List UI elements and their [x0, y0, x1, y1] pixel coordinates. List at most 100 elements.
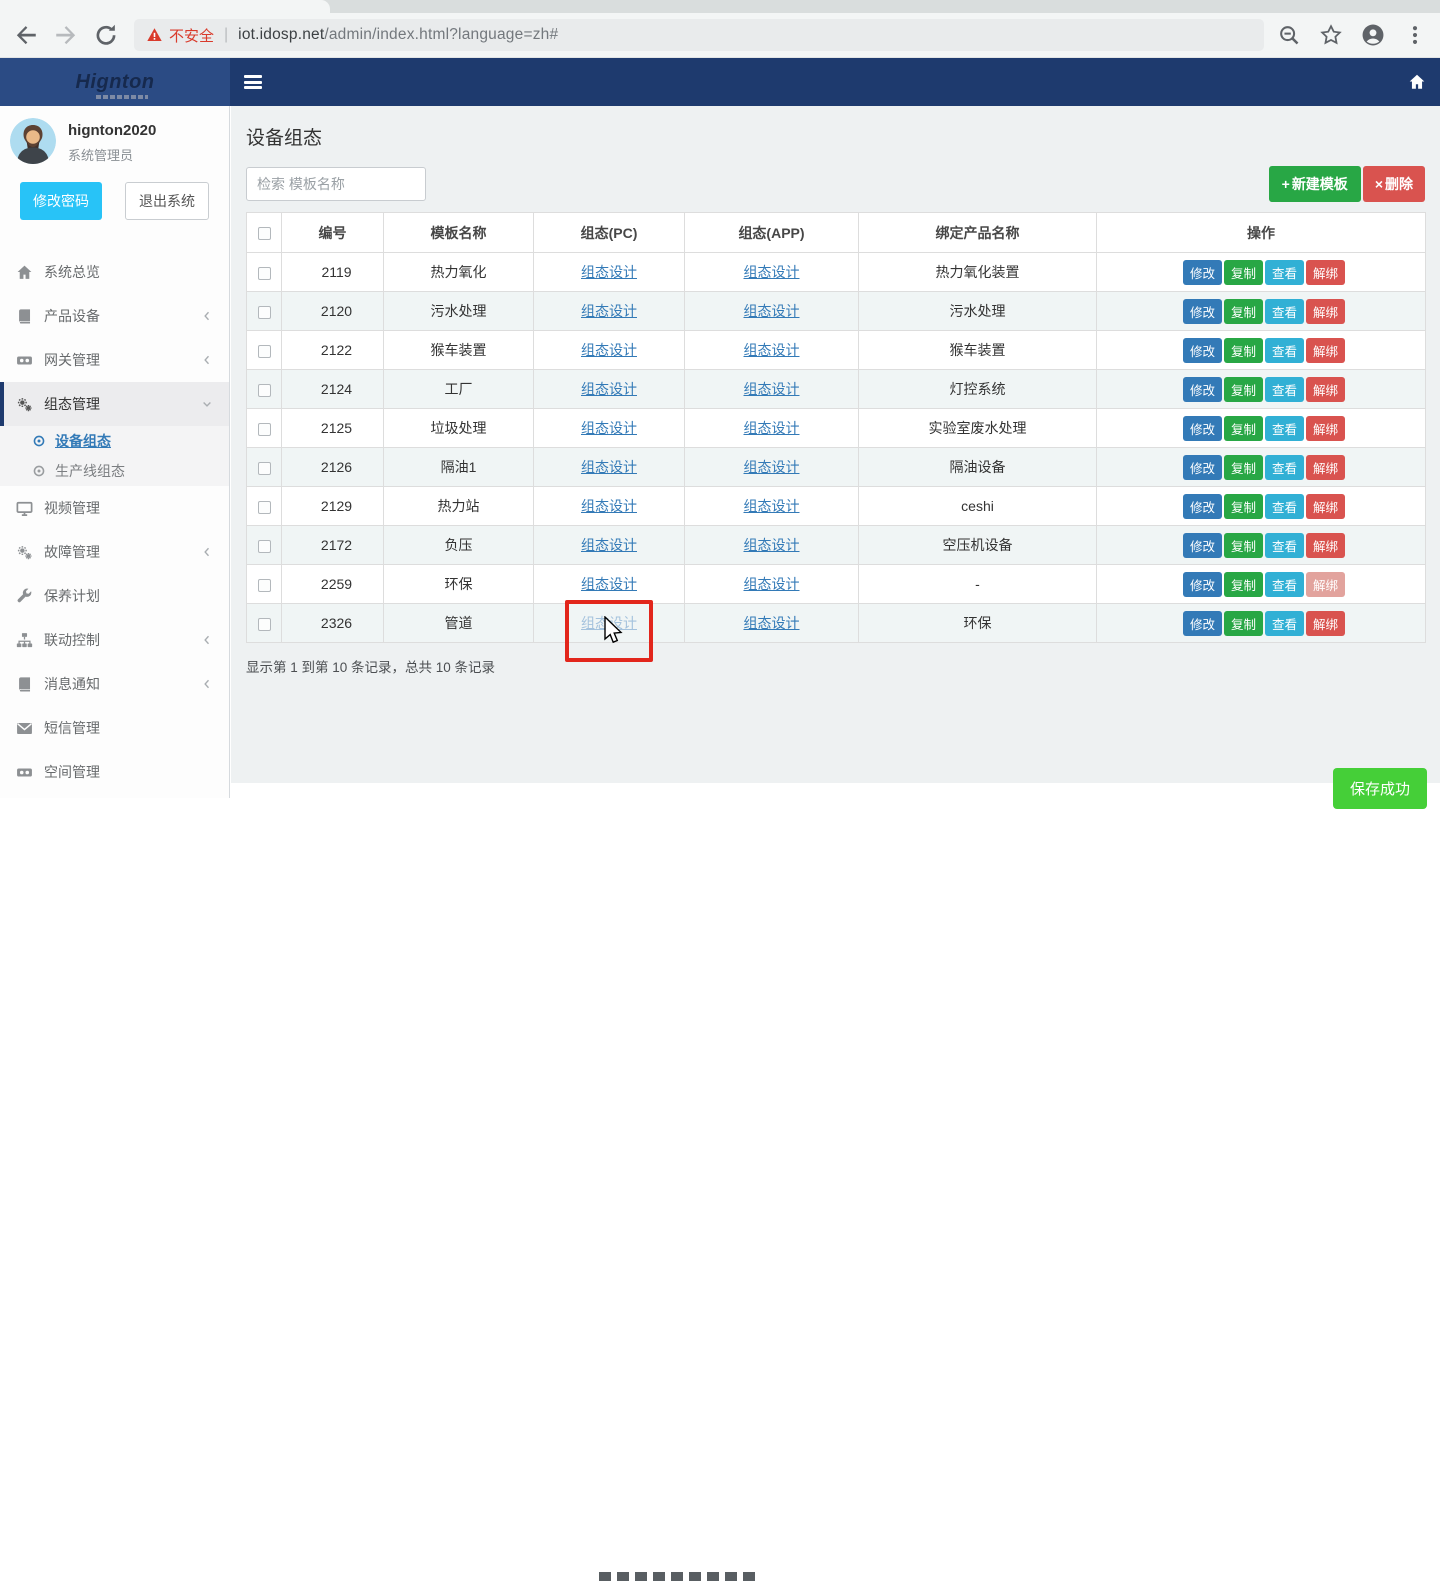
row-checkbox[interactable]: [258, 540, 271, 553]
sidebar-item-config-management[interactable]: 组态管理: [0, 382, 229, 426]
copy-button[interactable]: 复制: [1224, 260, 1263, 285]
app-config-link[interactable]: 组态设计: [744, 303, 800, 319]
back-icon[interactable]: [14, 23, 38, 47]
view-button[interactable]: 查看: [1265, 533, 1304, 558]
pc-config-link[interactable]: 组态设计: [581, 342, 637, 358]
modify-button[interactable]: 修改: [1183, 416, 1222, 441]
unbind-button[interactable]: 解绑: [1306, 299, 1345, 324]
forward-icon[interactable]: [54, 23, 78, 47]
delete-button[interactable]: ×删除: [1363, 166, 1425, 202]
row-checkbox[interactable]: [258, 579, 271, 592]
sidebar-item-space-management[interactable]: 空间管理: [0, 750, 229, 794]
new-template-button[interactable]: +新建模板: [1269, 166, 1361, 202]
copy-button[interactable]: 复制: [1224, 377, 1263, 402]
copy-button[interactable]: 复制: [1224, 338, 1263, 363]
sidebar-item-production-line-config[interactable]: 生产线组态: [0, 456, 229, 486]
browser-menu-icon[interactable]: [1404, 24, 1426, 46]
search-input[interactable]: [246, 167, 426, 201]
browser-active-tab[interactable]: [0, 0, 330, 13]
row-checkbox[interactable]: [258, 501, 271, 514]
row-checkbox[interactable]: [258, 267, 271, 280]
app-config-link[interactable]: 组态设计: [744, 381, 800, 397]
modify-button[interactable]: 修改: [1183, 572, 1222, 597]
row-checkbox[interactable]: [258, 423, 271, 436]
view-button[interactable]: 查看: [1265, 260, 1304, 285]
change-password-button[interactable]: 修改密码: [20, 182, 102, 220]
copy-button[interactable]: 复制: [1224, 455, 1263, 480]
pc-config-link[interactable]: 组态设计: [581, 498, 637, 514]
view-button[interactable]: 查看: [1265, 377, 1304, 402]
pc-config-link[interactable]: 组态设计: [581, 537, 637, 553]
app-config-link[interactable]: 组态设计: [744, 615, 800, 631]
modify-button[interactable]: 修改: [1183, 533, 1222, 558]
modify-button[interactable]: 修改: [1183, 455, 1222, 480]
sidebar-item-product-device[interactable]: 产品设备: [0, 294, 229, 338]
modify-button[interactable]: 修改: [1183, 299, 1222, 324]
app-config-link[interactable]: 组态设计: [744, 498, 800, 514]
not-secure-label[interactable]: 不安全: [169, 25, 214, 46]
app-config-link[interactable]: 组态设计: [744, 342, 800, 358]
unbind-button[interactable]: 解绑: [1306, 494, 1345, 519]
sidebar-item-maintenance-plan[interactable]: 保养计划: [0, 574, 229, 618]
app-config-link[interactable]: 组态设计: [744, 459, 800, 475]
zoom-out-icon[interactable]: [1278, 24, 1300, 46]
modify-button[interactable]: 修改: [1183, 494, 1222, 519]
copy-button[interactable]: 复制: [1224, 299, 1263, 324]
unbind-button[interactable]: 解绑: [1306, 416, 1345, 441]
view-button[interactable]: 查看: [1265, 299, 1304, 324]
copy-button[interactable]: 复制: [1224, 494, 1263, 519]
sidebar-item-sms-management[interactable]: 短信管理: [0, 706, 229, 750]
row-checkbox[interactable]: [258, 306, 271, 319]
app-logo[interactable]: Hignton: [0, 58, 230, 106]
row-checkbox[interactable]: [258, 618, 271, 631]
view-button[interactable]: 查看: [1265, 572, 1304, 597]
url-text[interactable]: iot.idosp.net/admin/index.html?language=…: [238, 26, 558, 44]
copy-button[interactable]: 复制: [1224, 611, 1263, 636]
view-button[interactable]: 查看: [1265, 338, 1304, 363]
browser-profile-icon[interactable]: [1362, 24, 1384, 46]
app-config-link[interactable]: 组态设计: [744, 264, 800, 280]
pc-config-link[interactable]: 组态设计: [581, 420, 637, 436]
sidebar-item-video-management[interactable]: 视频管理: [0, 486, 229, 530]
view-button[interactable]: 查看: [1265, 416, 1304, 441]
modify-button[interactable]: 修改: [1183, 338, 1222, 363]
row-checkbox[interactable]: [258, 345, 271, 358]
unbind-button[interactable]: 解绑: [1306, 377, 1345, 402]
modify-button[interactable]: 修改: [1183, 611, 1222, 636]
unbind-button[interactable]: 解绑: [1306, 455, 1345, 480]
app-config-link[interactable]: 组态设计: [744, 576, 800, 592]
modify-button[interactable]: 修改: [1183, 260, 1222, 285]
unbind-button[interactable]: 解绑: [1306, 260, 1345, 285]
pc-config-link[interactable]: 组态设计: [581, 459, 637, 475]
row-checkbox[interactable]: [258, 462, 271, 475]
select-all-checkbox[interactable]: [258, 227, 271, 240]
app-config-link[interactable]: 组态设计: [744, 537, 800, 553]
sidebar-item-message-notification[interactable]: 消息通知: [0, 662, 229, 706]
pc-config-link[interactable]: 组态设计: [581, 381, 637, 397]
bookmark-star-icon[interactable]: [1320, 24, 1342, 46]
view-button[interactable]: 查看: [1265, 611, 1304, 636]
pc-config-link[interactable]: 组态设计: [581, 576, 637, 592]
logout-button[interactable]: 退出系统: [125, 182, 209, 220]
address-bar[interactable]: 不安全 | iot.idosp.net/admin/index.html?lan…: [134, 19, 1264, 51]
view-button[interactable]: 查看: [1265, 494, 1304, 519]
sidebar-item-device-config[interactable]: 设备组态: [0, 426, 229, 456]
row-checkbox[interactable]: [258, 384, 271, 397]
sidebar-toggle-icon[interactable]: [244, 75, 262, 89]
modify-button[interactable]: 修改: [1183, 377, 1222, 402]
sidebar-item-fault-management[interactable]: 故障管理: [0, 530, 229, 574]
sidebar-item-gateway-management[interactable]: 网关管理: [0, 338, 229, 382]
unbind-button[interactable]: 解绑: [1306, 338, 1345, 363]
copy-button[interactable]: 复制: [1224, 416, 1263, 441]
copy-button[interactable]: 复制: [1224, 572, 1263, 597]
pc-config-link[interactable]: 组态设计: [581, 264, 637, 280]
view-button[interactable]: 查看: [1265, 455, 1304, 480]
sidebar-item-linkage-control[interactable]: 联动控制: [0, 618, 229, 662]
pc-config-link[interactable]: 组态设计: [581, 303, 637, 319]
sidebar-item-system-overview[interactable]: 系统总览: [0, 250, 229, 294]
copy-button[interactable]: 复制: [1224, 533, 1263, 558]
reload-icon[interactable]: [94, 23, 118, 47]
home-icon[interactable]: [1408, 73, 1426, 91]
app-config-link[interactable]: 组态设计: [744, 420, 800, 436]
unbind-button[interactable]: 解绑: [1306, 611, 1345, 636]
